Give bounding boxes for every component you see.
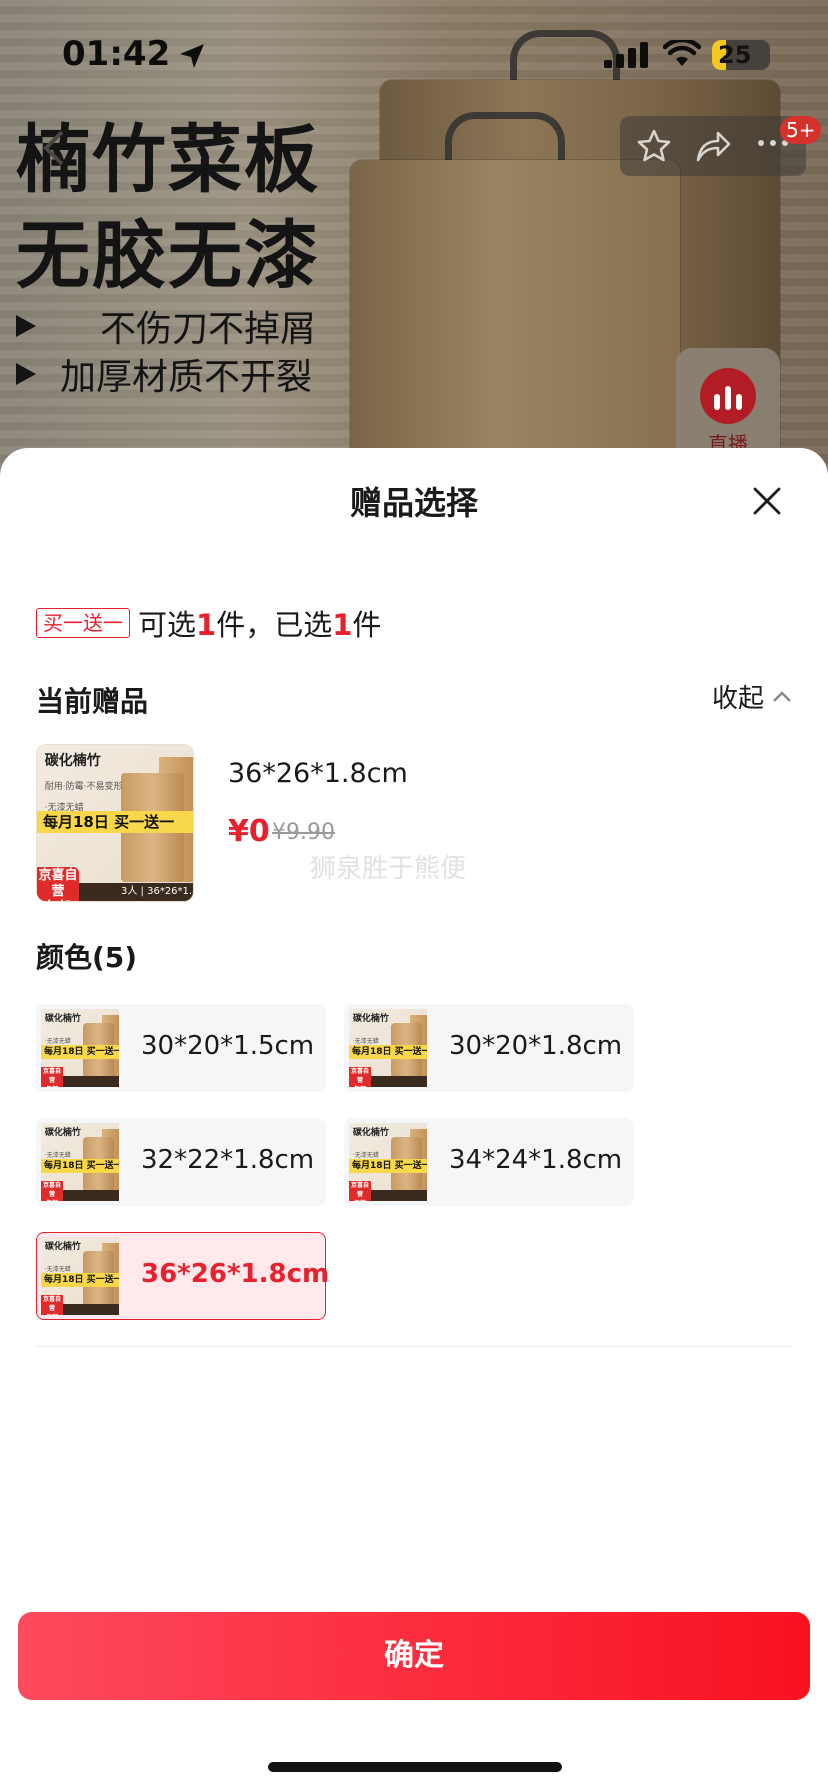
option-label: 36*26*1.8cm (141, 1259, 330, 1289)
current-gift-original-price: ¥9.90 (272, 820, 335, 845)
battery-icon: 25 (712, 40, 770, 70)
color-option[interactable]: 碳化楠竹·无漆无蜡每月18日 买一送一京喜自营包邮 30*20*1.5cm (36, 1004, 326, 1092)
current-gift-heading: 当前赠品 (36, 685, 149, 718)
banner-bullet: 不伤刀不掉屑 (16, 300, 316, 352)
collapse-button[interactable]: 收起 (712, 678, 792, 715)
color-option[interactable]: 碳化楠竹·无漆无蜡每月18日 买一送一京喜自营包邮 30*20*1.8cm (344, 1004, 634, 1092)
cutting-board-image (350, 160, 680, 470)
triangle-icon (16, 363, 36, 385)
home-indicator[interactable] (268, 1762, 562, 1772)
location-arrow-icon (180, 44, 204, 68)
option-thumbnail: 碳化楠竹·无漆无蜡每月18日 买一送一京喜自营包邮 (349, 1009, 427, 1087)
cellular-signal-icon (604, 42, 648, 68)
back-chevron-icon[interactable] (40, 128, 66, 168)
notification-badge: 5+ (780, 116, 822, 144)
divider (36, 1346, 792, 1347)
option-label: 34*24*1.8cm (449, 1145, 623, 1175)
color-option-selected[interactable]: 碳化楠竹·无漆无蜡每月18日 买一送一京喜自营包邮 36*26*1.8cm (36, 1232, 330, 1320)
promo-tag: 买一送一 (36, 608, 130, 638)
option-thumbnail: 碳化楠竹·无漆无蜡每月18日 买一送一京喜自营包邮 (349, 1123, 427, 1201)
chevron-up-icon (773, 690, 791, 702)
promo-summary: 买一送一 可选1件，已选1件 (36, 602, 381, 644)
status-bar: 01:42 25 (0, 0, 828, 110)
color-option[interactable]: 碳化楠竹·无漆无蜡每月18日 买一送一京喜自营包邮 34*24*1.8cm (344, 1118, 634, 1206)
option-thumbnail: 碳化楠竹·无漆无蜡每月18日 买一送一京喜自营包邮 (41, 1237, 119, 1315)
banner-bullet-text: 不伤刀不掉屑 (100, 309, 317, 350)
option-label: 32*22*1.8cm (141, 1145, 315, 1175)
triangle-icon (16, 315, 36, 337)
close-icon[interactable] (752, 486, 782, 516)
status-time: 01:42 (62, 34, 171, 74)
option-label: 30*20*1.8cm (449, 1031, 623, 1061)
option-thumbnail: 碳化楠竹·无漆无蜡每月18日 买一送一京喜自营包邮 (41, 1009, 119, 1087)
live-bars-icon (700, 368, 756, 424)
color-heading: 颜色(5) (36, 941, 138, 974)
watermark-text: 狮泉胜于熊便 (310, 854, 467, 884)
current-gift-image: 碳化楠竹 耐用·防霉·不易变形 ·无漆无蜡 每月18日 买一送一 3人 | 36… (36, 744, 194, 902)
gift-selection-sheet: 赠品选择 买一送一 可选1件，已选1件 当前赠品 收起 碳化楠竹 耐用·防霉·不… (0, 448, 828, 1792)
promo-text: 可选1件，已选1件 (138, 608, 382, 642)
option-thumbnail: 碳化楠竹·无漆无蜡每月18日 买一送一京喜自营包邮 (41, 1123, 119, 1201)
option-label: 30*20*1.5cm (141, 1031, 315, 1061)
collapse-label: 收起 (712, 684, 765, 714)
current-gift-size: 36*26*1.8cm (228, 758, 408, 789)
favorite-star-icon[interactable] (636, 128, 672, 164)
sheet-title: 赠品选择 (349, 484, 478, 522)
current-gift-price: ¥0 (228, 814, 270, 849)
wifi-icon (663, 40, 701, 66)
share-icon[interactable] (694, 128, 732, 164)
battery-level: 25 (718, 41, 752, 69)
color-option[interactable]: 碳化楠竹·无漆无蜡每月18日 买一送一京喜自营包邮 32*22*1.8cm (36, 1118, 326, 1206)
banner-bullet-text: 加厚材质不开裂 (60, 357, 313, 398)
confirm-button[interactable]: 确定 (18, 1612, 810, 1700)
product-thumbnail: 碳化楠竹 耐用·防霉·不易变形 ·无漆无蜡 每月18日 买一送一 3人 | 36… (37, 745, 193, 901)
banner-title-line: 无胶无漆 (16, 213, 320, 299)
banner-bullet: 加厚材质不开裂 (16, 348, 312, 400)
